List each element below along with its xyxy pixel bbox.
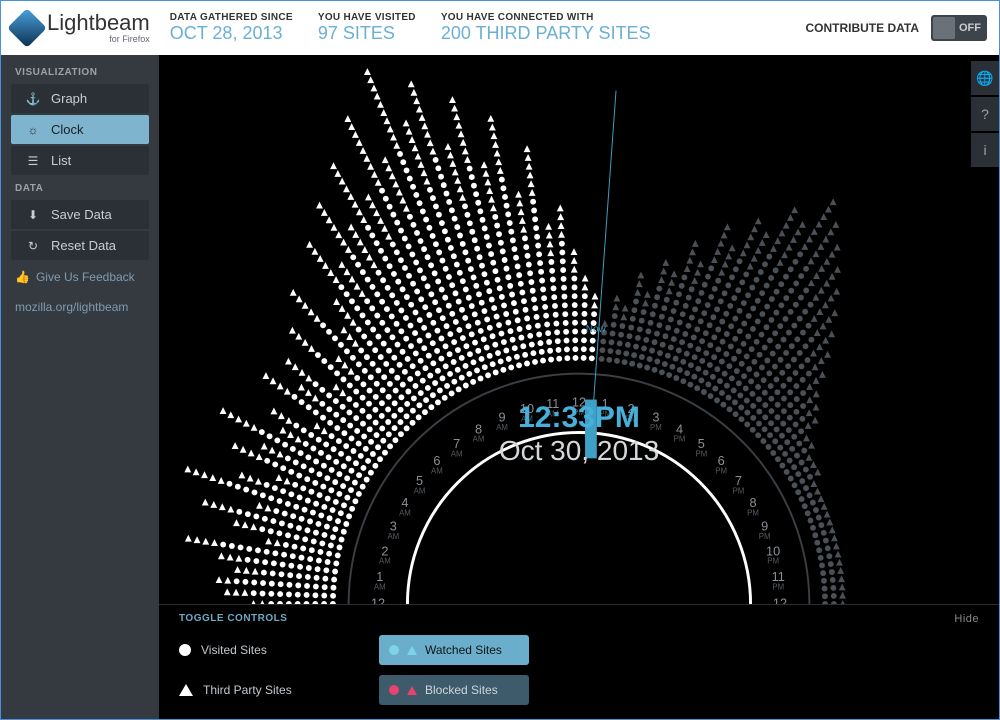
gathered-value: OCT 28, 2013 — [170, 23, 293, 44]
mozilla-link[interactable]: mozilla.org/lightbeam — [1, 292, 159, 322]
clock-icon: ☼ — [25, 123, 41, 137]
nav-item-reset-data[interactable]: ↻Reset Data — [11, 231, 149, 260]
triangle-icon — [407, 686, 417, 695]
svg-text:AM: AM — [473, 435, 485, 444]
toggle-controls-panel: TOGGLE CONTROLS Hide Visited Sites Watch… — [159, 604, 999, 719]
triangle-icon — [179, 684, 193, 696]
watched-sites-button[interactable]: Watched Sites — [379, 635, 529, 665]
contribute-toggle[interactable]: OFF — [931, 15, 987, 41]
visited-label: YOU HAVE VISITED — [318, 12, 416, 23]
toggle-controls-title: TOGGLE CONTROLS — [179, 613, 287, 625]
save-icon: ⬇ — [25, 208, 41, 222]
circle-icon — [389, 645, 399, 655]
triangle-icon — [407, 646, 417, 655]
header-stats: DATA GATHERED SINCE OCT 28, 2013 YOU HAV… — [170, 12, 651, 44]
thumbs-up-icon: 👍 — [15, 270, 30, 284]
svg-text:AM: AM — [379, 557, 391, 566]
legend-thirdparty[interactable]: Third Party Sites — [179, 683, 319, 697]
lightbeam-icon — [7, 8, 47, 48]
app-name: Lightbeam — [47, 12, 150, 34]
contribute-label: CONTRIBUTE DATA — [805, 21, 919, 35]
main-view: 12AM1AM2AM3AM4AM5AM6AM7AM8AM9AM10AM11AM1… — [159, 55, 999, 719]
svg-text:AM: AM — [399, 508, 411, 517]
connected-label: YOU HAVE CONNECTED WITH — [441, 12, 651, 23]
connected-value: 200 THIRD PARTY SITES — [441, 23, 651, 44]
feedback-link[interactable]: 👍 Give Us Feedback — [1, 262, 159, 292]
clock-svg: 12AM1AM2AM3AM4AM5AM6AM7AM8AM9AM10AM11AM1… — [159, 55, 999, 604]
svg-text:AM: AM — [387, 532, 399, 541]
app-subtitle: for Firefox — [47, 34, 150, 44]
help-icon[interactable]: ? — [971, 97, 999, 131]
blocked-sites-button[interactable]: Blocked Sites — [379, 675, 529, 705]
svg-text:AM: AM — [451, 449, 463, 458]
circle-icon — [389, 685, 399, 695]
svg-text:PM: PM — [759, 532, 771, 541]
visited-value: 97 SITES — [318, 23, 416, 44]
gathered-label: DATA GATHERED SINCE — [170, 12, 293, 23]
nav-item-save-data[interactable]: ⬇Save Data — [11, 200, 149, 229]
current-date: Oct 30, 2013 — [499, 435, 659, 467]
svg-text:PM: PM — [733, 486, 745, 495]
logo: Lightbeam for Firefox — [13, 12, 150, 44]
viz-section-title: VISUALIZATION — [1, 61, 159, 82]
nav-item-list[interactable]: ☰List — [11, 146, 149, 175]
sidebar: VISUALIZATION ⚓Graph☼Clock☰List DATA ⬇Sa… — [1, 55, 159, 719]
svg-text:AM: AM — [374, 583, 386, 592]
nav-item-graph[interactable]: ⚓Graph — [11, 84, 149, 113]
data-section-title: DATA — [1, 177, 159, 198]
toggle-state: OFF — [959, 22, 981, 34]
circle-icon — [179, 644, 191, 656]
app-header: Lightbeam for Firefox DATA GATHERED SINC… — [1, 1, 999, 55]
list-icon: ☰ — [25, 154, 41, 168]
svg-text:AM: AM — [431, 467, 443, 476]
current-time: 12:33PM — [499, 401, 659, 435]
graph-icon: ⚓ — [25, 92, 41, 106]
right-icon-bar: 🌐 ? i — [971, 61, 999, 169]
clock-viz: 12AM1AM2AM3AM4AM5AM6AM7AM8AM9AM10AM11AM1… — [159, 55, 999, 604]
svg-text:PM: PM — [772, 583, 784, 592]
hide-controls-button[interactable]: Hide — [954, 613, 979, 625]
svg-text:PM: PM — [715, 467, 727, 476]
legend-visited[interactable]: Visited Sites — [179, 643, 319, 657]
info-icon[interactable]: i — [971, 133, 999, 167]
svg-text:AM: AM — [414, 486, 426, 495]
svg-text:PM: PM — [767, 557, 779, 566]
nav-item-clock[interactable]: ☼Clock — [11, 115, 149, 144]
svg-text:12: 12 — [371, 595, 385, 604]
svg-text:PM: PM — [747, 508, 759, 517]
svg-text:PM: PM — [695, 449, 707, 458]
globe-icon[interactable]: 🌐 — [971, 61, 999, 95]
now-label: Now — [586, 324, 606, 335]
reset-icon: ↻ — [25, 239, 41, 253]
svg-text:PM: PM — [674, 435, 686, 444]
svg-text:12: 12 — [773, 595, 787, 604]
